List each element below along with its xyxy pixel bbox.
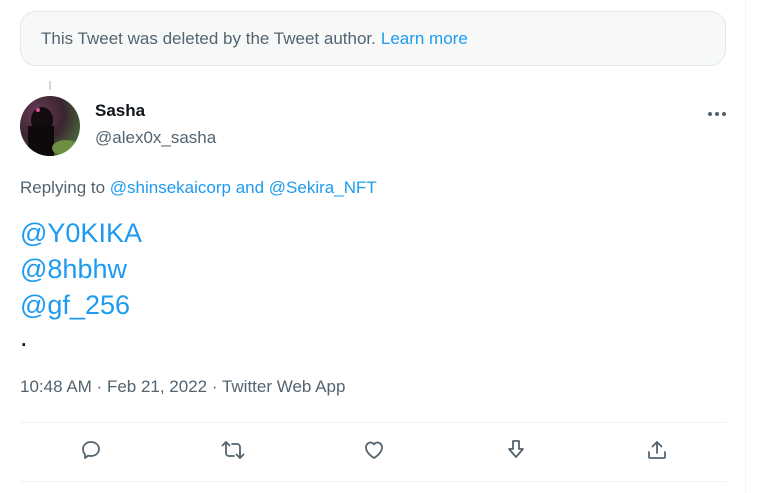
share-icon [645, 438, 669, 467]
like-icon [362, 438, 386, 467]
reply-to-link-1[interactable]: @shinsekaicorp [110, 178, 231, 197]
retweet-icon [220, 438, 246, 467]
reply-button[interactable] [78, 439, 104, 465]
tweet-date[interactable]: Feb 21, 2022 [107, 377, 207, 396]
mention-link[interactable]: @Y0KIKA [20, 215, 142, 251]
divider [20, 481, 726, 482]
column-border [745, 0, 746, 493]
more-icon [707, 104, 727, 122]
thread-connector-line [49, 81, 51, 90]
learn-more-link[interactable]: Learn more [381, 29, 468, 49]
more-button[interactable] [700, 103, 734, 123]
meta-separator: · [207, 377, 222, 396]
author-name[interactable]: Sasha [95, 101, 145, 121]
author-handle[interactable]: @alex0x_sasha [95, 128, 216, 148]
mention-link[interactable]: @8hbhw [20, 251, 142, 287]
trailing-text: . [20, 322, 28, 352]
action-bar [20, 423, 726, 481]
bookmark-icon [504, 438, 528, 467]
tweet-time[interactable]: 10:48 AM [20, 377, 92, 396]
like-button[interactable] [361, 439, 387, 465]
share-button[interactable] [644, 439, 670, 465]
meta-separator: · [91, 377, 107, 396]
replying-to: Replying to @shinsekaicorp and @Sekira_N… [20, 178, 377, 198]
reply-to-link-2[interactable]: @Sekira_NFT [269, 178, 377, 197]
mention-link[interactable]: @gf_256 [20, 287, 142, 323]
tweet-source-app[interactable]: Twitter Web App [222, 377, 345, 396]
replying-prefix: Replying to [20, 178, 110, 197]
deleted-tweet-notice: This Tweet was deleted by the Tweet auth… [20, 11, 726, 66]
reply-icon [79, 438, 103, 467]
avatar[interactable] [20, 96, 80, 156]
reply-joiner: and [230, 178, 269, 197]
tweet-text: @Y0KIKA @8hbhw @gf_256 . [20, 215, 142, 351]
bookmark-button[interactable] [503, 439, 529, 465]
tweet-metadata: 10:48 AM · Feb 21, 2022 · Twitter Web Ap… [20, 377, 345, 397]
retweet-button[interactable] [220, 439, 246, 465]
deleted-notice-text: This Tweet was deleted by the Tweet auth… [41, 28, 376, 48]
